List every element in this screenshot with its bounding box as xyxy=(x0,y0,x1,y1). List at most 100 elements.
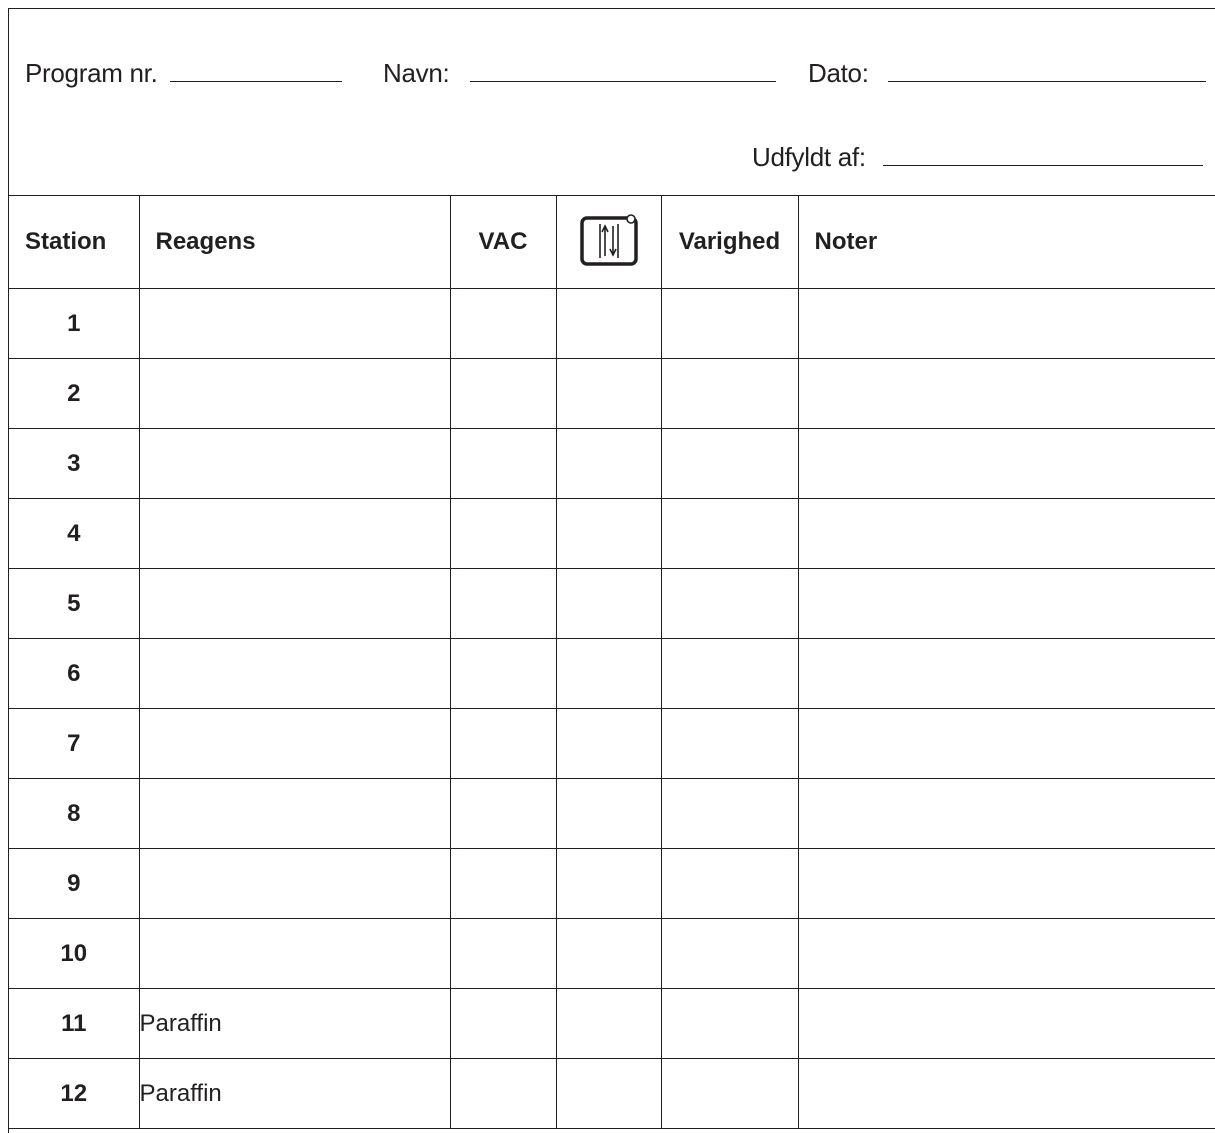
noter-cell[interactable] xyxy=(797,988,1215,1059)
name-field[interactable]: Navn: xyxy=(383,58,777,89)
noter-cell[interactable] xyxy=(797,1058,1215,1129)
noter-cell[interactable] xyxy=(797,498,1215,569)
station-cell: 8 xyxy=(9,778,140,849)
reagens-cell[interactable] xyxy=(138,848,451,919)
reagens-cell[interactable] xyxy=(138,568,451,639)
agitation-cell[interactable] xyxy=(555,498,662,569)
noter-cell[interactable] xyxy=(797,918,1215,989)
date-field[interactable]: Dato: xyxy=(808,58,1206,89)
agitation-icon xyxy=(579,212,639,273)
agitation-cell[interactable] xyxy=(555,988,662,1059)
reagens-cell[interactable]: Paraffin xyxy=(138,1058,451,1129)
table-row: 4 xyxy=(9,498,1215,569)
noter-cell[interactable] xyxy=(797,708,1215,779)
varighed-cell[interactable] xyxy=(660,778,799,849)
varighed-cell[interactable] xyxy=(660,428,799,499)
col-header-noter: Noter xyxy=(797,195,1215,289)
vac-cell[interactable] xyxy=(449,988,557,1059)
noter-cell[interactable] xyxy=(797,428,1215,499)
program-form: Program nr. Navn: Dato: Udfyldt af: Stat… xyxy=(8,8,1215,1133)
reagens-cell[interactable] xyxy=(138,358,451,429)
reagens-cell[interactable] xyxy=(138,498,451,569)
noter-cell[interactable] xyxy=(797,568,1215,639)
varighed-cell[interactable] xyxy=(660,288,799,359)
varighed-cell[interactable] xyxy=(660,918,799,989)
agitation-cell[interactable] xyxy=(555,708,662,779)
program-number-field[interactable]: Program nr. xyxy=(25,58,343,89)
agitation-cell[interactable] xyxy=(555,1058,662,1129)
vac-cell[interactable] xyxy=(449,288,557,359)
varighed-cell[interactable] xyxy=(660,708,799,779)
col-header-reagens: Reagens xyxy=(138,195,451,289)
col-header-vac: VAC xyxy=(449,195,557,289)
station-cell: 11 xyxy=(9,988,140,1059)
table-body: 1 2 3 4 5 6 7 8 9 10 11 Paraffin 12 Paraffin xyxy=(9,288,1215,1129)
varighed-cell[interactable] xyxy=(660,848,799,919)
vac-cell[interactable] xyxy=(449,848,557,919)
table-row: 1 xyxy=(9,288,1215,359)
vac-cell[interactable] xyxy=(449,708,557,779)
station-cell: 10 xyxy=(9,918,140,989)
reagens-cell[interactable] xyxy=(138,778,451,849)
program-number-label: Program nr. xyxy=(25,58,158,88)
reagens-cell[interactable] xyxy=(138,638,451,709)
reagens-cell[interactable] xyxy=(138,428,451,499)
vac-cell[interactable] xyxy=(449,498,557,569)
col-header-station: Station xyxy=(9,195,140,289)
noter-cell[interactable] xyxy=(797,638,1215,709)
noter-cell[interactable] xyxy=(797,288,1215,359)
program-number-blank[interactable] xyxy=(170,59,343,82)
reagens-cell[interactable] xyxy=(138,918,451,989)
vac-cell[interactable] xyxy=(449,358,557,429)
filled-by-field[interactable]: Udfyldt af: xyxy=(752,142,1203,173)
agitation-cell[interactable] xyxy=(555,358,662,429)
date-blank[interactable] xyxy=(887,59,1206,82)
varighed-cell[interactable] xyxy=(660,498,799,569)
table-row: 5 xyxy=(9,568,1215,639)
station-cell: 7 xyxy=(9,708,140,779)
vac-cell[interactable] xyxy=(449,428,557,499)
filled-by-label: Udfyldt af: xyxy=(752,142,866,172)
station-cell: 12 xyxy=(9,1058,140,1129)
agitation-cell[interactable] xyxy=(555,568,662,639)
name-blank[interactable] xyxy=(470,59,777,82)
table-row: 10 xyxy=(9,918,1215,989)
agitation-cell[interactable] xyxy=(555,638,662,709)
varighed-cell[interactable] xyxy=(660,568,799,639)
noter-cell[interactable] xyxy=(797,778,1215,849)
date-label: Dato: xyxy=(808,58,869,88)
varighed-cell[interactable] xyxy=(660,638,799,709)
agitation-cell[interactable] xyxy=(555,918,662,989)
table-row: 12 Paraffin xyxy=(9,1058,1215,1129)
noter-cell[interactable] xyxy=(797,358,1215,429)
table-row: 9 xyxy=(9,848,1215,919)
station-cell: 1 xyxy=(9,288,140,359)
station-cell: 2 xyxy=(9,358,140,429)
table-row: 7 xyxy=(9,708,1215,779)
varighed-cell[interactable] xyxy=(660,358,799,429)
station-cell: 9 xyxy=(9,848,140,919)
station-table: Station Reagens VAC Varighed Noter 1 2 3… xyxy=(9,195,1215,1129)
table-row: 6 xyxy=(9,638,1215,709)
filled-by-blank[interactable] xyxy=(882,143,1203,166)
noter-cell[interactable] xyxy=(797,848,1215,919)
vac-cell[interactable] xyxy=(449,918,557,989)
varighed-cell[interactable] xyxy=(660,988,799,1059)
reagens-cell[interactable] xyxy=(138,708,451,779)
reagens-cell[interactable]: Paraffin xyxy=(138,988,451,1059)
vac-cell[interactable] xyxy=(449,638,557,709)
vac-cell[interactable] xyxy=(449,1058,557,1129)
agitation-cell[interactable] xyxy=(555,848,662,919)
col-header-agitation xyxy=(555,195,662,289)
agitation-cell[interactable] xyxy=(555,428,662,499)
station-cell: 6 xyxy=(9,638,140,709)
vac-cell[interactable] xyxy=(449,778,557,849)
table-row: 3 xyxy=(9,428,1215,499)
agitation-cell[interactable] xyxy=(555,288,662,359)
reagens-cell[interactable] xyxy=(138,288,451,359)
varighed-cell[interactable] xyxy=(660,1058,799,1129)
station-cell: 5 xyxy=(9,568,140,639)
agitation-cell[interactable] xyxy=(555,778,662,849)
table-header-row: Station Reagens VAC Varighed Noter xyxy=(9,195,1215,289)
vac-cell[interactable] xyxy=(449,568,557,639)
